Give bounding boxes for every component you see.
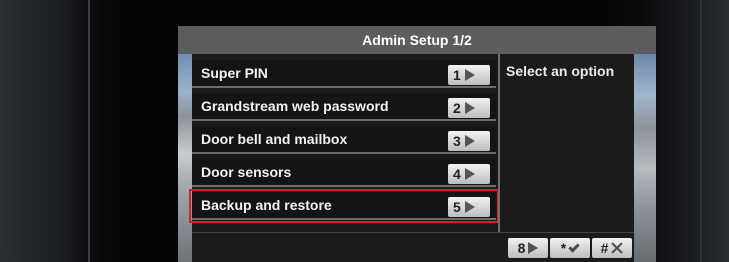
next-arrow-icon bbox=[528, 242, 539, 254]
background-photo-left bbox=[178, 54, 192, 262]
key-badge[interactable]: 1 bbox=[448, 65, 490, 85]
bezel-edge-left bbox=[88, 0, 90, 262]
menu-item-label: Grandstream web password bbox=[201, 98, 389, 114]
panel-divider bbox=[498, 54, 500, 232]
background-photo-right bbox=[634, 54, 656, 262]
menu-list: Super PIN 1 Grandstream web password 2 D… bbox=[189, 60, 499, 225]
menu-item-door-sensors[interactable]: Door sensors 4 bbox=[192, 159, 496, 187]
info-text: Select an option bbox=[506, 63, 615, 79]
key-badge[interactable]: 4 bbox=[448, 164, 490, 184]
key-badge[interactable]: 2 bbox=[448, 98, 490, 118]
play-arrow-icon bbox=[464, 102, 475, 114]
page-title: Admin Setup 1/2 bbox=[178, 26, 656, 54]
bezel-edge-right bbox=[700, 0, 702, 262]
cancel-x-icon bbox=[611, 242, 623, 254]
footer-keys: 8 * # bbox=[508, 238, 632, 258]
menu-item-label: Door bell and mailbox bbox=[201, 131, 348, 147]
key-number: 2 bbox=[453, 100, 461, 116]
menu-item-super-pin[interactable]: Super PIN 1 bbox=[192, 60, 496, 88]
key-badge[interactable]: 3 bbox=[448, 131, 490, 151]
menu-item-door-bell[interactable]: Door bell and mailbox 3 bbox=[192, 126, 496, 154]
cancel-key[interactable]: # bbox=[592, 238, 632, 258]
menu-item-label: Door sensors bbox=[201, 164, 292, 180]
key-number: 1 bbox=[453, 67, 461, 83]
key-label: # bbox=[600, 240, 609, 256]
play-arrow-icon bbox=[464, 168, 475, 180]
key-number: 3 bbox=[453, 133, 461, 149]
menu-item-label: Super PIN bbox=[201, 65, 268, 81]
menu-item-label: Backup and restore bbox=[201, 197, 332, 213]
play-arrow-icon bbox=[464, 69, 475, 81]
play-arrow-icon bbox=[464, 135, 475, 147]
key-label: 8 bbox=[517, 240, 526, 256]
confirm-key[interactable]: * bbox=[550, 238, 590, 258]
key-number: 5 bbox=[453, 199, 461, 215]
key-number: 4 bbox=[453, 166, 461, 182]
menu-item-backup-restore[interactable]: Backup and restore 5 bbox=[189, 189, 499, 223]
device-screen: Admin Setup 1/2 Super PIN 1 Grandstream … bbox=[178, 26, 656, 262]
confirm-check-icon bbox=[568, 240, 580, 253]
key-badge[interactable]: 5 bbox=[448, 197, 490, 217]
next-page-key[interactable]: 8 bbox=[508, 238, 548, 258]
menu-item-web-password[interactable]: Grandstream web password 2 bbox=[192, 93, 496, 121]
bottom-divider bbox=[192, 232, 634, 233]
play-arrow-icon bbox=[464, 201, 475, 213]
key-label: * bbox=[560, 240, 567, 256]
